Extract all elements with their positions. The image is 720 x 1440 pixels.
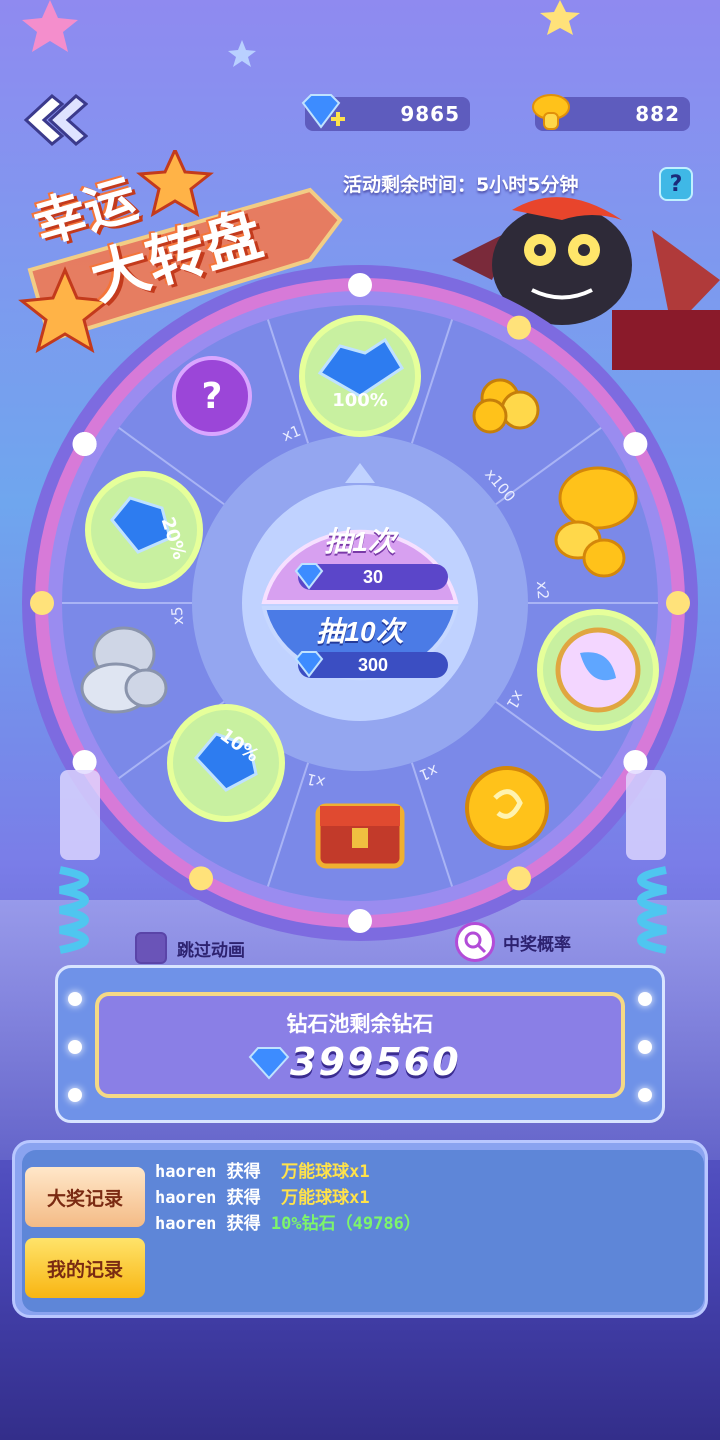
- prize-golden-egg: [465, 766, 549, 850]
- star-decorations: [22, 0, 580, 67]
- tab-my-records[interactable]: 我的记录: [25, 1238, 145, 1298]
- prize-diamond-pile: 100%: [299, 315, 421, 437]
- bulb: [638, 1040, 652, 1054]
- mushroom-balance: 882: [532, 94, 690, 131]
- pool-title: 钻石池剩余钻石: [286, 1012, 434, 1036]
- tab-grand-prize-records[interactable]: 大奖记录: [25, 1167, 145, 1227]
- record-user: haoren: [155, 1162, 217, 1182]
- draw-ten-cost-value: 300: [357, 655, 389, 675]
- question-mark-icon: ?: [202, 376, 223, 417]
- prize-label-100: 100%: [332, 390, 388, 411]
- left-spring: [59, 770, 100, 954]
- record-entry: haoren 获得 10%钻石（49786）: [155, 1209, 421, 1234]
- bulb: [68, 1040, 82, 1054]
- draw-ten-button[interactable]: 抽10次 300: [258, 606, 462, 698]
- prize-silver-mushroom: [80, 626, 168, 714]
- odds-button[interactable]: 中奖概率: [455, 922, 571, 962]
- draw-once-cost-value: 30: [362, 567, 384, 587]
- double-chevron-left-icon: [23, 94, 89, 146]
- record-item: 万能球球x1: [281, 1162, 370, 1182]
- record-item: 10%钻石（49786）: [270, 1214, 421, 1234]
- diamond-icon: [294, 563, 324, 590]
- skip-checkbox[interactable]: [135, 932, 167, 964]
- diamond-plus-icon[interactable]: [297, 89, 345, 137]
- odds-label: 中奖概率: [503, 934, 571, 955]
- prize-treasure-chest: [315, 803, 405, 869]
- prize-rainbow-orb: [537, 609, 659, 731]
- record-verb: 获得: [226, 1162, 261, 1182]
- diamond-icon: [294, 651, 324, 678]
- skip-animation-toggle[interactable]: 跳过动画: [135, 932, 245, 964]
- record-verb: 获得: [226, 1214, 261, 1234]
- record-entry: haoren 获得 万能球球x1: [155, 1183, 370, 1208]
- bulb: [68, 992, 82, 1006]
- mushroom-count: 882: [635, 102, 680, 126]
- draw-once-button[interactable]: 抽1次 30: [258, 512, 462, 604]
- right-spring: [626, 770, 667, 954]
- prize-mystery-orb: ?: [172, 356, 252, 436]
- golden-mushroom-icon: [532, 94, 570, 130]
- draw-ten-label: 抽10次: [316, 616, 404, 647]
- prize-diamond-10: 10%: [167, 704, 285, 822]
- diamond-icon: [248, 1047, 290, 1080]
- diamond-balance: 9865: [301, 94, 470, 131]
- prize-gold-coins: [472, 378, 540, 434]
- prize-diamond-20: 20%: [85, 471, 203, 589]
- back-button[interactable]: [22, 92, 89, 148]
- record-item: 万能球球x1: [281, 1188, 370, 1208]
- record-verb: 获得: [226, 1188, 261, 1208]
- record-entry: haoren 获得 万能球球x1: [155, 1157, 370, 1182]
- diamond-count: 9865: [400, 102, 460, 126]
- bulb: [68, 1088, 82, 1102]
- skip-animation-label: 跳过动画: [177, 940, 245, 961]
- draw-once-label: 抽1次: [324, 526, 396, 557]
- bulb: [638, 992, 652, 1006]
- magnifier-icon: [455, 922, 495, 962]
- pool-value: 399560: [290, 1040, 461, 1084]
- record-user: haoren: [155, 1188, 217, 1208]
- prize-golden-mushroom: [554, 466, 638, 578]
- bulb: [638, 1088, 652, 1102]
- record-user: haoren: [155, 1214, 217, 1234]
